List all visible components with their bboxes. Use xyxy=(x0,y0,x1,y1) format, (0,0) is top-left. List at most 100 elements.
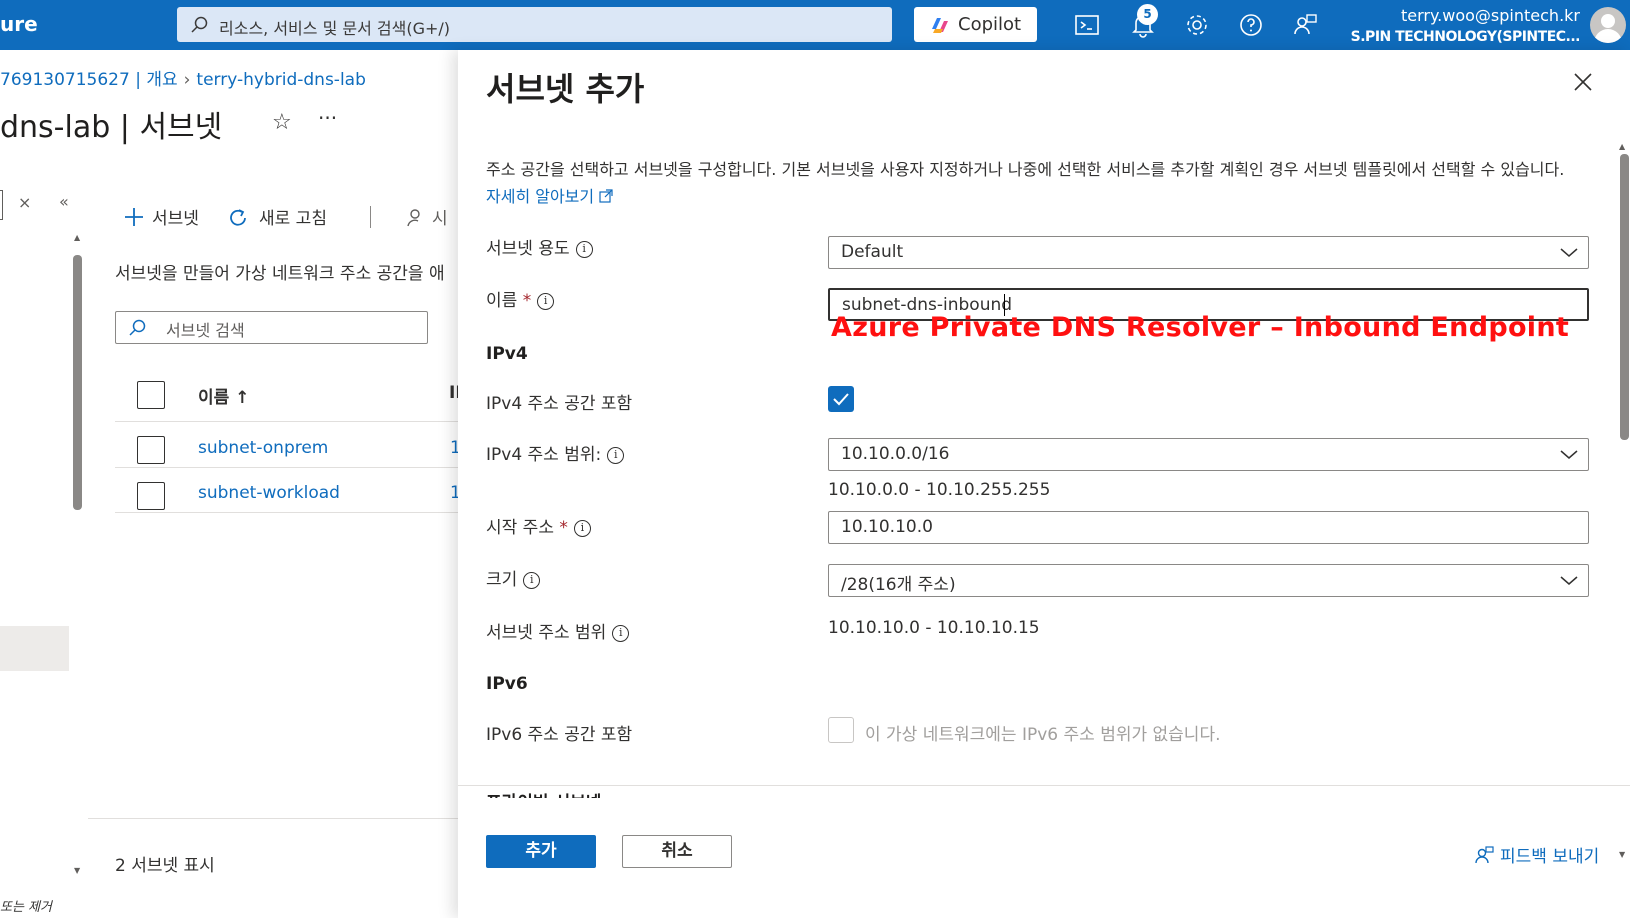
info-icon[interactable]: i xyxy=(537,292,555,310)
add-subnet-pane: 서브넷 추가 주소 공간을 선택하고 서브넷을 구성합니다. 기본 서브넷을 사… xyxy=(458,50,1630,918)
chevron-down-icon xyxy=(1560,450,1578,459)
start-address-input[interactable]: 10.10.10.0 xyxy=(828,511,1589,544)
refresh-button[interactable]: 새로 고침 xyxy=(227,204,327,229)
external-link-icon xyxy=(599,189,613,203)
table-divider xyxy=(115,421,460,422)
subnet-search-placeholder: 서브넷 검색 xyxy=(166,321,245,340)
info-icon[interactable]: i xyxy=(612,624,630,642)
info-icon[interactable]: i xyxy=(523,571,541,589)
start-address-label: 시작 주소 * i xyxy=(486,513,591,538)
search-placeholder: 리소스, 서비스 및 문서 검색(G+/) xyxy=(219,19,451,38)
annotation-text: Azure Private DNS Resolver – Inbound End… xyxy=(831,312,1570,343)
breadcrumb-overview-link[interactable]: 769130715627 | 개요 xyxy=(0,70,178,90)
copilot-label: Copilot xyxy=(958,14,1022,35)
pane-scrollbar-thumb[interactable] xyxy=(1620,154,1629,440)
avatar[interactable] xyxy=(1590,7,1626,43)
info-icon[interactable]: i xyxy=(575,240,593,258)
portal-brand[interactable]: ure xyxy=(0,12,38,36)
table-divider xyxy=(115,467,460,468)
required-marker: * xyxy=(559,518,568,538)
refresh-icon xyxy=(230,209,246,226)
name-label-text: 이름 xyxy=(486,291,518,311)
select-all-checkbox[interactable] xyxy=(137,381,165,409)
nav-selected-item[interactable] xyxy=(0,626,69,671)
user-avatar-icon xyxy=(1594,14,1622,43)
scroll-up-icon[interactable]: ▲ xyxy=(74,233,80,242)
pane-intro: 주소 공간을 선택하고 서브넷을 구성합니다. 기본 서브넷을 사용자 지정하거… xyxy=(486,156,1576,210)
feedback-person-icon xyxy=(1475,846,1494,864)
ipv4-range-dropdown[interactable]: 10.10.0.0/16 xyxy=(828,438,1589,471)
add-subnet-label: 서브넷 xyxy=(152,209,199,229)
size-label-text: 크기 xyxy=(486,570,518,590)
close-icon[interactable] xyxy=(1573,72,1593,92)
ipv4-range-label: IPv4 주소 범위: i xyxy=(486,440,625,465)
ipv4-range-label-text: IPv4 주소 범위: xyxy=(486,445,602,465)
private-subnet-heading: 프라이빗 서브넷 xyxy=(486,788,601,798)
help-icon[interactable] xyxy=(1238,12,1264,38)
size-dropdown[interactable]: /28(16개 주소) xyxy=(828,564,1589,597)
ipv4-range-value: 10.10.0.0/16 xyxy=(841,444,950,464)
copilot-button[interactable]: Copilot xyxy=(914,7,1037,42)
ipv6-note: 이 가상 네트워크에는 IPv6 주소 범위가 없습니다. xyxy=(865,725,1221,745)
subnet-purpose-dropdown[interactable]: Default xyxy=(828,236,1589,269)
subnet-purpose-value: Default xyxy=(841,242,904,262)
start-address-label-text: 시작 주소 xyxy=(486,518,554,538)
subnet-purpose-label: 서브넷 용도 i xyxy=(486,234,593,259)
pane-title: 서브넷 추가 xyxy=(486,70,645,108)
add-subnet-button[interactable]: 서브넷 xyxy=(124,204,199,229)
scroll-up-icon[interactable]: ▲ xyxy=(1619,142,1625,151)
row-checkbox[interactable] xyxy=(137,436,165,464)
subnet-count: 2 서브넷 표시 xyxy=(115,856,215,876)
subnet-range-label: 서브넷 주소 범위 i xyxy=(486,618,630,643)
subnet-purpose-text: 서브넷 용도 xyxy=(486,239,570,259)
page-title: dns-lab | 서브넷 xyxy=(0,110,223,145)
subnet-range-label-text: 서브넷 주소 범위 xyxy=(486,623,607,643)
cancel-button[interactable]: 취소 xyxy=(622,835,732,868)
notification-count-badge: 5 xyxy=(1137,4,1158,25)
clear-icon[interactable]: × xyxy=(18,193,31,212)
checkmark-icon xyxy=(833,393,849,406)
column-header-name[interactable]: 이름 ↑ xyxy=(198,383,249,408)
chevron-right-icon: › xyxy=(183,70,191,90)
favorite-star-icon[interactable]: ☆ xyxy=(272,110,292,135)
add-button[interactable]: 추가 xyxy=(486,835,596,868)
send-feedback-link[interactable]: 피드백 보내기 xyxy=(1474,842,1599,867)
feedback-person-icon[interactable] xyxy=(1292,12,1318,38)
required-marker: * xyxy=(522,291,532,311)
subnet-description: 서브넷을 만들어 가상 네트워크 주소 공간을 애 xyxy=(115,264,445,284)
user-email[interactable]: terry.woo@spintech.kr xyxy=(1401,6,1580,25)
subnet-link[interactable]: subnet-onprem xyxy=(198,438,328,458)
nav-search-input[interactable] xyxy=(0,190,3,220)
info-icon[interactable]: i xyxy=(573,519,591,537)
subnet-link[interactable]: subnet-workload xyxy=(198,483,340,503)
users-button[interactable]: 시 xyxy=(406,204,448,229)
scroll-down-icon[interactable]: ▼ xyxy=(1619,850,1625,859)
user-organization[interactable]: S.PIN TECHNOLOGY(SPINTEC... xyxy=(1351,29,1581,45)
start-address-value: 10.10.10.0 xyxy=(841,517,933,537)
table-divider xyxy=(115,512,460,513)
subnet-range-value: 10.10.10.0 - 10.10.10.15 xyxy=(828,618,1040,638)
ipv4-include-label: IPv4 주소 공간 포함 xyxy=(486,394,633,414)
subnet-search-input[interactable]: 서브넷 검색 xyxy=(115,311,428,344)
ipv6-include-checkbox[interactable] xyxy=(828,717,854,743)
scroll-down-icon[interactable]: ▼ xyxy=(74,866,80,875)
top-bar: ure 리소스, 서비스 및 문서 검색(G+/) Copilot 5 terr… xyxy=(0,0,1630,50)
more-actions-icon[interactable]: ··· xyxy=(318,106,337,130)
row-checkbox[interactable] xyxy=(137,482,165,510)
info-icon[interactable]: i xyxy=(607,446,625,464)
footer-divider xyxy=(88,818,460,819)
learn-more-label: 자세히 알아보기 xyxy=(486,187,595,206)
collapse-nav-icon[interactable]: « xyxy=(59,192,69,211)
search-icon xyxy=(191,16,208,33)
nav-scrollbar-thumb[interactable] xyxy=(73,255,82,510)
ipv4-include-checkbox[interactable] xyxy=(828,386,854,412)
ipv6-include-label: IPv6 주소 공간 포함 xyxy=(486,725,633,745)
cloud-shell-icon[interactable] xyxy=(1074,12,1100,38)
settings-gear-icon[interactable] xyxy=(1184,12,1210,38)
global-search-input[interactable]: 리소스, 서비스 및 문서 검색(G+/) xyxy=(177,7,892,42)
command-divider xyxy=(370,206,371,228)
size-value: /28(16개 주소) xyxy=(841,575,956,595)
breadcrumb-vnet-link[interactable]: terry-hybrid-dns-lab xyxy=(196,70,365,90)
breadcrumb: 769130715627 | 개요 › terry-hybrid-dns-lab xyxy=(0,65,366,90)
learn-more-link[interactable]: 자세히 알아보기 xyxy=(486,187,613,206)
